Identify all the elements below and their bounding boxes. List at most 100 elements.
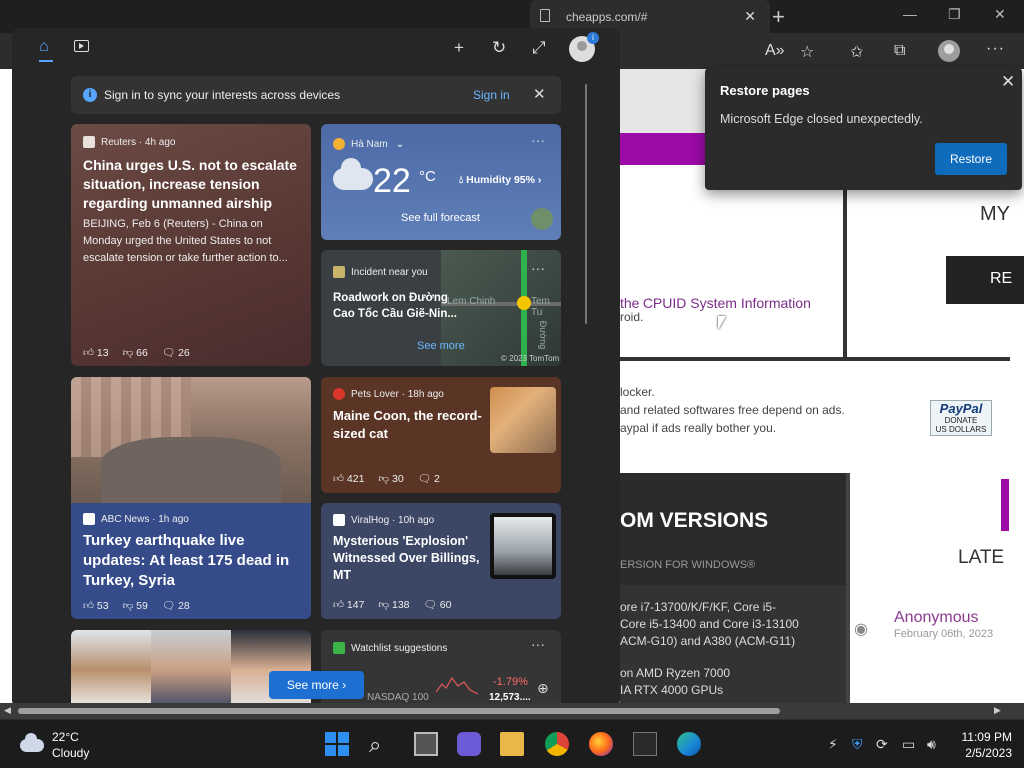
scroll-right-icon[interactable]: ▶ <box>994 705 1001 716</box>
video-icon[interactable] <box>74 40 89 52</box>
weather-location: Hà Nam <box>351 138 388 150</box>
viral-headline: Mysterious 'Explosion' Witnessed Over Bi… <box>333 534 480 582</box>
comment-icon[interactable]: 🗨︎ 26 <box>162 346 190 359</box>
scrollbar-thumb[interactable] <box>18 708 780 714</box>
dislike-icon[interactable]: 👎︎ 138 <box>378 598 409 611</box>
paypal-donate-button[interactable]: PayPal DONATE US DOLLARS <box>930 400 992 436</box>
cursor-icon <box>718 316 726 330</box>
terminal-icon[interactable] <box>633 732 657 756</box>
incident-card[interactable]: Lem Chinh Tem Tu Đường © 2023 TomTom Inc… <box>321 250 561 366</box>
edge-icon[interactable] <box>677 732 701 756</box>
leaf-icon <box>531 208 553 230</box>
restore-pages-popup: Restore pages Microsoft Edge closed unex… <box>705 68 1022 190</box>
page-horizontal-scrollbar[interactable]: ◀ ▶ <box>0 703 1024 719</box>
widgets-scrollbar[interactable] <box>585 84 587 324</box>
sign-in-message: Sign in to sync your interests across de… <box>104 88 341 102</box>
eye-icon: ◉ <box>854 621 868 638</box>
stock-sparkline <box>436 676 478 695</box>
comment-author[interactable]: Anonymous <box>894 609 979 627</box>
system-clock[interactable]: 11:09 PM 2/5/2023 <box>960 729 1012 761</box>
volume-icon[interactable]: 🔊︎ <box>927 736 936 753</box>
home-icon[interactable]: ⌂ <box>39 38 49 56</box>
china-headline: China urges U.S. not to escalate situati… <box>83 157 297 211</box>
popup-close-icon[interactable]: ✕ <box>1001 72 1015 92</box>
sign-in-banner: i Sign in to sync your interests across … <box>71 76 561 114</box>
dislike-icon[interactable]: 👎︎ 30 <box>378 472 403 485</box>
taskbar-weather-desc[interactable]: Cloudy <box>52 746 89 760</box>
sign-in-link[interactable]: Sign in <box>473 88 510 102</box>
like-icon[interactable]: 👍︎ 53 <box>83 599 109 612</box>
info-icon: i <box>83 88 97 102</box>
search-icon[interactable]: ⌕ <box>369 732 393 757</box>
dislike-icon[interactable]: 👎︎ 59 <box>123 599 148 612</box>
index-value: 12,573.... <box>489 692 531 703</box>
comment-icon[interactable]: 🗨︎ 2 <box>418 472 440 485</box>
more-options-icon[interactable]: ··· <box>531 132 545 148</box>
popup-message: Microsoft Edge closed unexpectedly. <box>720 112 923 126</box>
android-text: roid. <box>620 310 644 324</box>
refresh-icon[interactable]: ↻ <box>492 38 506 58</box>
trend-icon <box>333 642 345 654</box>
scroll-left-icon[interactable]: ◀ <box>4 705 11 716</box>
news-card-maine-coon[interactable]: Pets Lover · 18h ago Maine Coon, the rec… <box>321 377 561 493</box>
full-forecast-link[interactable]: See full forecast <box>401 212 480 224</box>
incident-icon <box>333 266 345 278</box>
sync-icon[interactable]: ⟳ <box>876 736 888 753</box>
like-icon[interactable]: 👍︎ 13 <box>83 346 109 359</box>
read-aloud-icon[interactable]: A» <box>765 42 785 60</box>
maine-headline: Maine Coon, the record-sized cat <box>333 408 482 441</box>
comment-icon[interactable]: 🗨︎ 60 <box>424 598 452 611</box>
start-button-icon[interactable] <box>325 732 349 756</box>
index-name: NASDAQ 100 <box>367 692 429 703</box>
dislike-icon[interactable]: 👎︎ 66 <box>123 346 148 359</box>
restore-button[interactable]: Restore <box>935 143 1007 175</box>
restore-window-button[interactable]: ❐ <box>948 6 961 23</box>
security-shield-icon[interactable]: ⛨ <box>852 736 863 753</box>
see-more-button[interactable]: See more › <box>269 671 364 699</box>
minimize-button[interactable]: — <box>903 6 917 22</box>
more-options-icon[interactable]: ··· <box>531 636 545 652</box>
add-favorite-icon[interactable]: ☆ <box>800 42 814 62</box>
like-icon[interactable]: 👍︎ 421 <box>333 472 364 485</box>
task-view-icon[interactable] <box>414 732 438 756</box>
settings-more-icon[interactable]: ··· <box>986 40 1005 58</box>
profile-avatar[interactable] <box>938 40 960 62</box>
page-image <box>620 69 705 133</box>
like-icon[interactable]: 👍︎ 147 <box>333 598 364 611</box>
add-to-watchlist-icon[interactable]: ⊕ <box>537 680 549 697</box>
tab-close-icon[interactable]: ✕ <box>744 8 756 25</box>
player-photo <box>151 630 231 708</box>
versions-title: OM VERSIONS <box>620 509 769 532</box>
firefox-icon[interactable] <box>589 732 613 756</box>
weather-card[interactable]: Hà Nam ⌄ ··· 22 °C 💧︎ Humidity 95% › See… <box>321 124 561 240</box>
purple-banner <box>620 133 705 165</box>
network-off-icon[interactable]: ⚡︎ <box>828 736 838 753</box>
news-card-china[interactable]: Reuters · 4h ago China urges U.S. not to… <box>71 124 311 366</box>
favorites-icon[interactable]: ✩ <box>850 42 863 62</box>
chevron-down-icon[interactable]: ⌄ <box>396 139 404 150</box>
display-icon[interactable]: ▭ <box>902 736 915 753</box>
sign-in-close-icon[interactable]: ✕ <box>533 85 546 103</box>
re-button[interactable]: RE <box>946 256 1024 304</box>
add-widget-icon[interactable]: + <box>454 38 464 58</box>
file-explorer-icon[interactable] <box>500 732 524 756</box>
news-card-turkey[interactable]: ABC News · 1h ago Turkey earthquake live… <box>71 377 311 619</box>
news-card-explosion[interactable]: ViralHog · 10h ago Mysterious 'Explosion… <box>321 503 561 619</box>
more-options-icon[interactable]: ··· <box>531 260 545 276</box>
taskbar-temperature[interactable]: 22°C <box>52 730 79 744</box>
chrome-icon[interactable] <box>545 732 569 756</box>
temperature: 22 <box>373 162 411 200</box>
close-window-button[interactable]: ✕ <box>994 6 1006 23</box>
new-tab-button[interactable]: + <box>772 4 785 30</box>
incident-see-more-link[interactable]: See more <box>417 340 465 352</box>
chat-icon[interactable] <box>457 732 481 756</box>
collections-icon[interactable]: ⧉ <box>894 42 905 60</box>
roadwork-icon <box>517 296 531 310</box>
gpu-list: on AMD Ryzen 7000 IA RTX 4000 GPUs <box>620 666 731 697</box>
cloud-icon <box>333 158 373 190</box>
comment-icon[interactable]: 🗨︎ 28 <box>162 599 190 612</box>
cpuid-link[interactable]: CPUID System Information <box>643 295 811 311</box>
popup-title: Restore pages <box>720 83 810 98</box>
expand-icon[interactable]: ⤢ <box>532 38 546 58</box>
weather-cloud-icon[interactable] <box>20 733 44 752</box>
